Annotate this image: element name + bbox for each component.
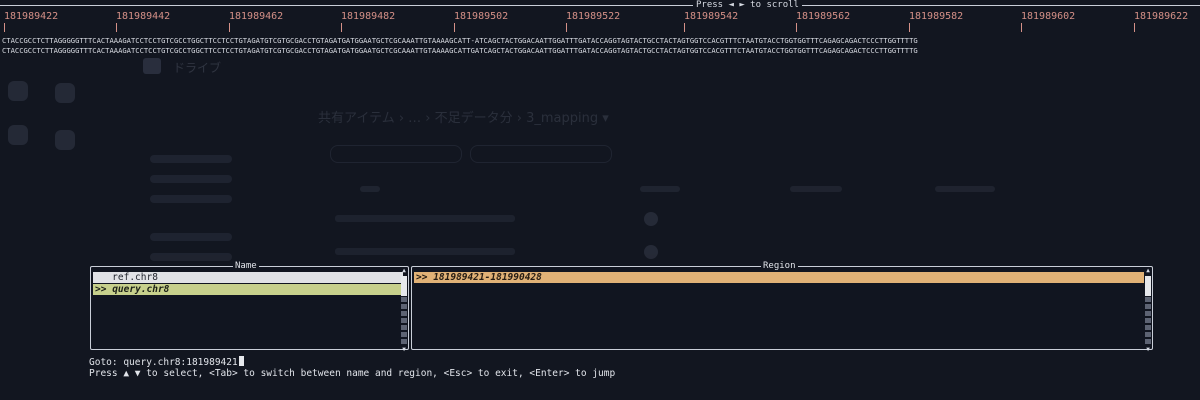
background-brand: ドライブ: [173, 61, 222, 75]
ruler-label: 181989462: [229, 11, 284, 22]
selection-marker: >>: [95, 284, 107, 295]
background-column-header: [360, 186, 380, 192]
scroll-down-arrow-icon[interactable]: ▼: [400, 346, 408, 353]
ruler-tick: [566, 23, 567, 32]
background-rail-icon: [8, 125, 28, 145]
background-rail-icon: [55, 83, 75, 103]
ruler-tick: [796, 23, 797, 32]
ruler-tick: [1021, 23, 1022, 32]
ruler-label: 181989582: [909, 11, 964, 22]
text-cursor: [238, 356, 244, 366]
region-panel-title: Region: [761, 260, 798, 272]
background-column-header: [640, 186, 680, 192]
name-panel-title: Name: [233, 260, 259, 272]
ruler-label: 181989622: [1134, 11, 1189, 22]
name-scrollbar[interactable]: ▲ ▼: [400, 267, 408, 353]
scroll-up-arrow-icon[interactable]: ▲: [400, 267, 408, 274]
query-sequence-row: CTACCGCCTCTTAGGGGGTTTCACTAAAGATCCTCCTGTC…: [2, 46, 918, 55]
reference-sequence-row: CTACCGCCTCTTAGGGGGTTTCACTAAAGATCCTCCTGTC…: [2, 36, 918, 45]
ruler-label: 181989482: [341, 11, 396, 22]
background-owner-avatar: [644, 212, 658, 226]
goto-prompt-text: Goto: query.chr8:181989421: [89, 357, 238, 368]
ruler-tick: [4, 23, 5, 32]
help-text: Press ▲ ▼ to select, <Tab> to switch bet…: [89, 368, 616, 379]
background-drive-logo-icon: [143, 58, 161, 74]
ruler-tick: [341, 23, 342, 32]
name-list-panel[interactable]: Name ref.chr8 >> query.chr8 ▲ ▼: [90, 260, 409, 353]
background-file-row: [335, 215, 515, 222]
background-column-header: [935, 186, 995, 192]
background-breadcrumb: 共有アイテム › … › 不足データ分 › 3_mapping ▾: [318, 111, 609, 126]
ruler-label: 181989522: [566, 11, 621, 22]
background-sidebar-item: [150, 253, 232, 261]
background-filter-chip: [330, 145, 462, 163]
background-sidebar-item: [150, 155, 232, 163]
background-rail-icon: [8, 81, 28, 101]
position-ruler: 181989422 181989442 181989462 181989482 …: [0, 0, 1200, 34]
ruler-label: 181989502: [454, 11, 509, 22]
background-column-header: [790, 186, 842, 192]
ruler-label: 181989602: [1021, 11, 1076, 22]
ruler-tick: [909, 23, 910, 32]
scrollbar-track[interactable]: [401, 297, 407, 345]
background-sidebar-item: [150, 233, 232, 241]
background-sidebar-item: [150, 175, 232, 183]
ruler-tick: [1134, 23, 1135, 32]
scroll-up-arrow-icon[interactable]: ▲: [1144, 267, 1152, 274]
region-list-item[interactable]: >> 181989421-181990428: [414, 272, 1144, 283]
background-filter-chip: [470, 145, 612, 163]
region-scrollbar[interactable]: ▲ ▼: [1144, 267, 1152, 353]
scrollbar-track[interactable]: [1145, 297, 1151, 345]
region-list-panel[interactable]: Region >> 181989421-181990428 ▲ ▼: [411, 260, 1153, 353]
ruler-tick: [684, 23, 685, 32]
name-list-item-query[interactable]: >> query.chr8: [93, 284, 403, 295]
background-file-row: [335, 248, 515, 255]
name-list-item-ref[interactable]: ref.chr8: [93, 272, 403, 283]
background-rail-icon: [55, 130, 75, 150]
ruler-tick: [454, 23, 455, 32]
ruler-label: 181989562: [796, 11, 851, 22]
scrollbar-thumb[interactable]: [1145, 276, 1151, 296]
list-item-label: query.chr8: [112, 284, 170, 295]
ruler-label: 181989542: [684, 11, 739, 22]
ruler-tick: [116, 23, 117, 32]
ruler-label: 181989422: [4, 11, 59, 22]
selection-marker: >>: [416, 272, 428, 283]
list-item-label: ref.chr8: [112, 272, 158, 283]
ruler-tick: [229, 23, 230, 32]
background-owner-avatar: [644, 245, 658, 259]
ruler-label: 181989442: [116, 11, 171, 22]
list-item-label: 181989421-181990428: [433, 272, 542, 283]
scroll-down-arrow-icon[interactable]: ▼: [1144, 346, 1152, 353]
background-sidebar-item: [150, 195, 232, 203]
scrollbar-thumb[interactable]: [401, 276, 407, 296]
